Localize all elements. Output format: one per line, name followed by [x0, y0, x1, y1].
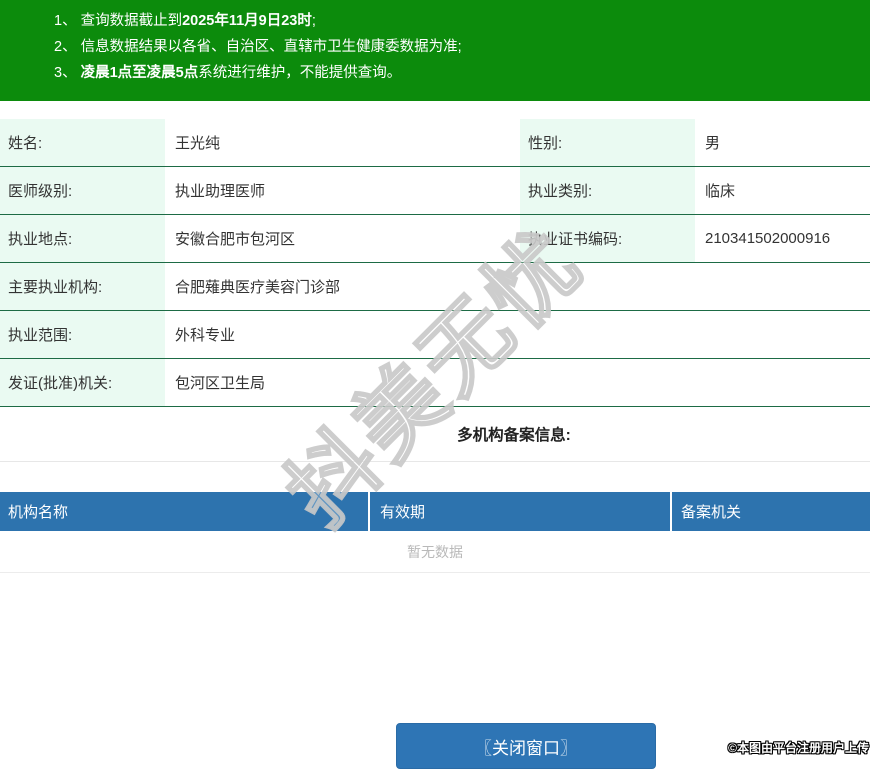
practice-place-value: 安徽合肥市包河区 [165, 215, 520, 263]
notice-line-3: 3、 凌晨1点至凌晨5点系统进行维护，不能提供查询。 [54, 65, 402, 81]
name-value: 王光纯 [165, 119, 520, 167]
notice-line-1: 1、 查询数据截止到2025年11月9日23时; [54, 13, 316, 29]
main-institution-label: 主要执业机构: [0, 263, 165, 311]
gender-value: 男 [695, 119, 870, 167]
name-label: 姓名: [0, 119, 165, 167]
main-institution-value: 合肥薙典医疗美容门诊部 [165, 263, 870, 311]
issuing-authority-value: 包河区卫生局 [165, 359, 870, 407]
doctor-level-label: 医师级别: [0, 167, 165, 215]
no-data-row: 暂无数据 [0, 531, 870, 573]
notice-line-2: 2、 信息数据结果以各省、自治区、直辖市卫生健康委数据为准; [54, 39, 462, 55]
issuing-authority-label: 发证(批准)机关: [0, 359, 165, 407]
gender-label: 性别: [520, 119, 695, 167]
certificate-no-value: 210341502000916 [695, 215, 870, 263]
filing-table-header: 机构名称 有效期 备案机关 [0, 492, 870, 531]
practice-type-label: 执业类别: [520, 167, 695, 215]
close-window-button[interactable]: 〖关闭窗口〗 [396, 723, 656, 769]
col-header-filing-authority: 备案机关 [672, 492, 870, 531]
practice-scope-label: 执业范围: [0, 311, 165, 359]
col-header-institution-name: 机构名称 [0, 492, 368, 531]
doctor-level-value: 执业助理医师 [165, 167, 520, 215]
practice-place-label: 执业地点: [0, 215, 165, 263]
notice-banner: 1、 查询数据截止到2025年11月9日23时; 2、 信息数据结果以各省、自治… [0, 0, 870, 101]
filing-section-heading: 多机构备案信息: [0, 407, 870, 462]
practice-scope-value: 外科专业 [165, 311, 870, 359]
practice-type-value: 临床 [695, 167, 870, 215]
doctor-info-table: 姓名: 王光纯 性别: 男 医师级别: 执业助理医师 执业类别: 临床 执业地点… [0, 119, 870, 407]
col-header-validity-period: 有效期 [370, 492, 670, 531]
upload-credit-text: ©本图由平台注册用户上传 [728, 741, 869, 755]
certificate-no-label: 执业证书编码: [520, 215, 695, 263]
